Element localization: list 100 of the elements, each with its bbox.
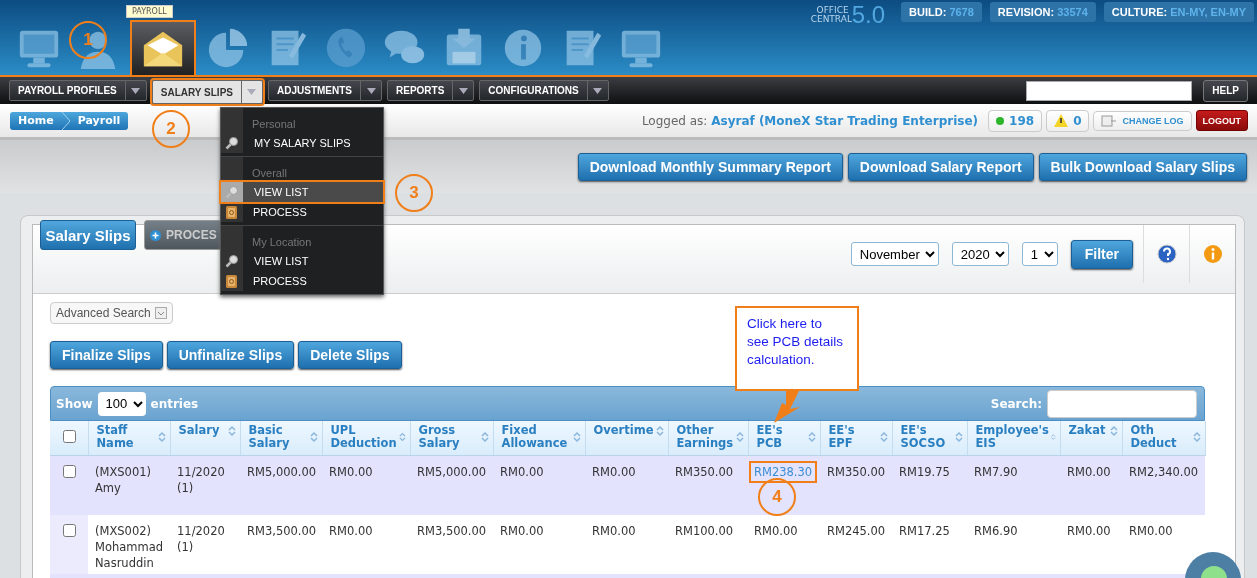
sort-icon[interactable] — [157, 431, 166, 443]
column-header[interactable]: Basic Salary — [240, 421, 322, 456]
entries-label: entries — [150, 396, 199, 411]
info-icon[interactable] — [1202, 244, 1223, 264]
online-count-badge[interactable]: 198 — [988, 109, 1043, 132]
caret-icon — [131, 87, 141, 94]
download-button[interactable]: Download Salary Report — [847, 152, 1034, 181]
table-cell: RM350.00 — [820, 455, 892, 515]
column-header[interactable]: EE's SOCSO — [892, 421, 967, 456]
download-button[interactable]: Bulk Download Salary Slips — [1038, 152, 1247, 181]
chat-icon[interactable] — [384, 30, 425, 64]
advanced-search-toggle[interactable]: Advanced Search — [50, 302, 173, 324]
tab[interactable]: Salary Slips — [40, 220, 136, 250]
column-header[interactable]: Employee's EIS — [967, 421, 1060, 456]
tab[interactable]: PROCES — [144, 220, 223, 250]
table-search-field[interactable] — [1047, 389, 1197, 418]
run-select[interactable]: 1 — [1021, 242, 1058, 266]
sort-icon[interactable] — [655, 424, 664, 437]
breadcrumb-link[interactable]: Home — [10, 114, 62, 127]
column-header[interactable]: Oth Deduct — [1122, 421, 1205, 456]
table-cell: RM6.90 — [967, 515, 1060, 574]
slip-action-button[interactable]: Unfinalize Slips — [166, 341, 295, 369]
alert-count-badge[interactable]: 0 — [1046, 109, 1090, 132]
caret-icon — [458, 87, 468, 94]
column-header[interactable]: Salary — [170, 421, 240, 456]
table-cell: RM0.00 — [1060, 455, 1122, 515]
table-cell: RM7.90 — [967, 455, 1060, 515]
logged-in-user: Logged as: Asyraf (MoneX Star Trading Enterprise) — [641, 113, 979, 128]
column-header[interactable]: UPL Deduction — [322, 421, 410, 456]
monitor-icon[interactable] — [621, 30, 661, 68]
sort-icon[interactable] — [735, 431, 744, 443]
menu-button[interactable]: ADJUSTMENTS — [268, 80, 382, 101]
sort-icon[interactable] — [227, 424, 236, 437]
table-cell: RM0.00 — [585, 515, 668, 574]
menu-button[interactable]: CONFIGURATIONS — [479, 80, 609, 101]
column-header[interactable]: Other Earnings — [668, 421, 748, 456]
column-header[interactable]: Zakat — [1060, 421, 1122, 456]
document-icon[interactable] — [566, 30, 602, 66]
envelope-icon[interactable] — [143, 31, 183, 66]
sort-icon[interactable] — [954, 431, 963, 443]
sort-icon[interactable] — [1109, 424, 1118, 437]
slip-action-button[interactable]: Finalize Slips — [50, 341, 163, 369]
table-cell: 11/2020 (1) — [170, 515, 240, 574]
sort-icon[interactable] — [309, 431, 318, 443]
select-all-checkbox[interactable] — [62, 430, 76, 443]
sort-icon[interactable] — [807, 431, 816, 443]
info-icon[interactable] — [504, 29, 542, 67]
column-header[interactable]: Gross Salary — [410, 421, 493, 456]
table-cell: RM2,340.00 — [1122, 455, 1205, 515]
help-button[interactable]: HELP — [1203, 79, 1248, 102]
sort-icon[interactable] — [572, 431, 581, 443]
sort-icon[interactable] — [480, 431, 489, 443]
row-checkbox[interactable] — [63, 524, 76, 537]
table-cell: RM5,000.00 — [410, 455, 493, 515]
year-select[interactable]: 2020 — [951, 242, 1009, 266]
month-select[interactable]: November — [850, 242, 939, 266]
breadcrumb-link[interactable]: Payroll — [69, 114, 129, 127]
sort-icon[interactable] — [1050, 431, 1056, 443]
filter-button[interactable]: Filter — [1070, 239, 1133, 269]
person-icon[interactable] — [80, 31, 116, 70]
show-label: Show — [56, 396, 93, 411]
sort-icon[interactable] — [879, 431, 888, 443]
column-header[interactable]: Fixed Allowance — [493, 421, 585, 456]
menu-section-heading: Overall — [221, 157, 383, 182]
sort-icon[interactable] — [398, 431, 406, 443]
chevron-icon — [61, 111, 70, 130]
column-header[interactable]: Staff Name — [88, 421, 170, 456]
pie-chart-icon[interactable] — [208, 28, 248, 68]
download-button[interactable]: Download Monthly Summary Report — [577, 152, 843, 181]
floppy-icon[interactable] — [446, 28, 482, 66]
column-header[interactable]: EE's EPF — [820, 421, 892, 456]
menu-button[interactable]: PAYROLL PROFILES — [9, 80, 147, 101]
caret-icon — [593, 87, 603, 94]
phone-icon[interactable] — [326, 28, 366, 68]
help-icon[interactable] — [1156, 244, 1177, 264]
sort-icon[interactable] — [1192, 431, 1201, 443]
table-cell: RM0.00 — [1122, 515, 1205, 574]
dropdown-item[interactable]: VIEW LIST — [221, 182, 383, 202]
search-field[interactable] — [1026, 80, 1193, 101]
slip-action-button[interactable]: Delete Slips — [298, 341, 402, 369]
logout-button[interactable]: LOGOUT — [1195, 110, 1248, 131]
monitor-icon[interactable] — [19, 30, 59, 68]
document-icon[interactable] — [271, 30, 307, 66]
menu-button[interactable]: REPORTS — [387, 80, 475, 101]
row-checkbox[interactable] — [63, 465, 76, 478]
build-info-badge: CULTURE: EN-MY, EN-MY — [1103, 2, 1254, 22]
table-cell: RM17.25 — [892, 515, 967, 574]
column-header[interactable]: EE's PCB — [748, 421, 820, 456]
menu-button[interactable]: SALARY SLIPS — [151, 80, 263, 104]
build-info-badge: BUILD: 7678 — [901, 2, 982, 22]
pcb-link[interactable]: RM238.30 — [754, 465, 813, 479]
table-cell: RM350.00 — [668, 455, 748, 515]
column-header[interactable]: Overtime — [585, 421, 668, 456]
expand-icon — [154, 307, 167, 319]
table-cell: (MXS002) Mohammad Nasruddin — [88, 515, 170, 574]
search-icon — [225, 136, 239, 150]
entries-select[interactable]: 100 — [97, 391, 146, 416]
table-cell: RM0.00 — [585, 455, 668, 515]
table-cell: RM245.00 — [820, 515, 892, 574]
change-log-button[interactable]: CHANGE LOG — [1093, 110, 1192, 131]
